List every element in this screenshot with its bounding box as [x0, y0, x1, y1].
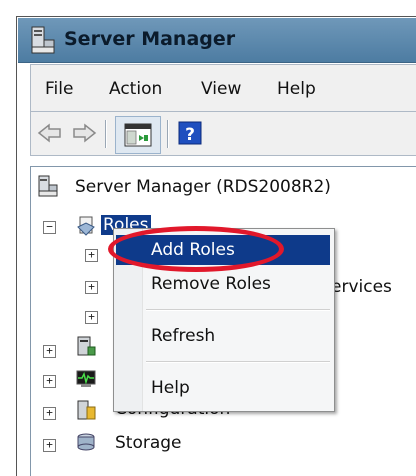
diagnostics-icon — [76, 370, 96, 387]
tree-root-label[interactable]: Server Manager (RDS2008R2) — [75, 177, 331, 197]
menu-item-refresh[interactable]: Refresh — [116, 321, 330, 351]
features-icon — [77, 336, 96, 356]
menu-action[interactable]: Action — [109, 79, 162, 99]
expand-toggle[interactable]: + — [43, 439, 56, 452]
screenshot-frame: Server Manager File Action View Help ? S… — [0, 0, 416, 476]
storage-icon — [77, 433, 95, 451]
expand-toggle[interactable]: + — [85, 249, 98, 262]
menu-file[interactable]: File — [45, 79, 73, 99]
toolbar-separator — [167, 120, 168, 148]
expand-toggle[interactable]: + — [85, 281, 98, 294]
tree-storage-label[interactable]: Storage — [115, 433, 182, 453]
expand-toggle[interactable]: + — [43, 375, 56, 388]
menu-view[interactable]: View — [201, 79, 241, 99]
console-tree-toggle[interactable] — [115, 116, 161, 154]
menu-bar: File Action View Help — [30, 64, 416, 112]
window-title: Server Manager — [64, 28, 236, 50]
menu-help[interactable]: Help — [277, 79, 316, 99]
menu-item-label: Refresh — [151, 326, 216, 346]
tree-child-label-partial[interactable]: ervices — [331, 277, 392, 297]
menu-item-help[interactable]: Help — [116, 373, 330, 403]
menu-item-remove-roles[interactable]: Remove Roles — [116, 269, 330, 299]
server-manager-icon — [31, 26, 55, 54]
server-manager-icon — [38, 175, 58, 197]
title-bar[interactable]: Server Manager — [18, 18, 416, 63]
context-menu: Add Roles Remove Roles Refresh Help — [113, 228, 335, 412]
menu-separator — [146, 361, 330, 363]
svg-text:?: ? — [185, 125, 195, 145]
roles-icon — [77, 216, 95, 236]
menu-item-label: Remove Roles — [151, 274, 271, 294]
menu-separator — [146, 309, 330, 311]
expand-toggle[interactable]: + — [85, 311, 98, 324]
show-hide-console-tree-icon — [124, 123, 152, 147]
menu-item-label: Help — [151, 378, 190, 398]
toolbar: ? — [30, 112, 416, 156]
menu-item-label: Add Roles — [151, 240, 235, 260]
expand-toggle[interactable]: + — [43, 407, 56, 420]
help-icon[interactable]: ? — [177, 120, 203, 146]
menu-item-add-roles[interactable]: Add Roles — [116, 235, 330, 265]
expand-toggle[interactable]: + — [43, 345, 56, 358]
collapse-toggle[interactable]: − — [43, 221, 56, 234]
forward-arrow-icon[interactable] — [71, 120, 97, 146]
back-arrow-icon[interactable] — [37, 120, 63, 146]
toolbar-separator — [105, 120, 106, 148]
configuration-icon — [77, 400, 96, 420]
